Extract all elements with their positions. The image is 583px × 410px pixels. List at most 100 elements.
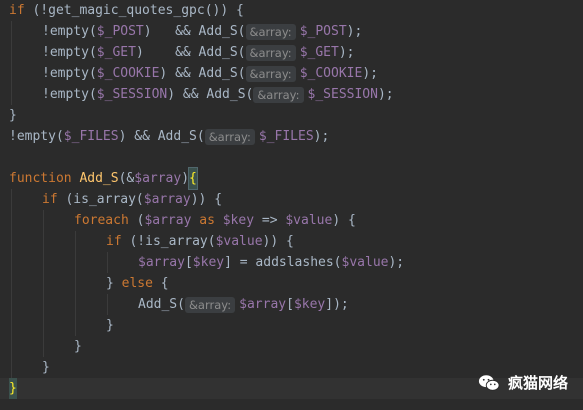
- code-line[interactable]: if (is_array($array)) {: [42, 189, 222, 210]
- code-text: );: [313, 129, 330, 144]
- variable: $_GET: [299, 45, 339, 60]
- keyword: function: [9, 171, 72, 186]
- code-line[interactable]: }: [9, 105, 17, 126]
- variable: $array: [134, 171, 182, 186]
- code-text: );: [362, 66, 378, 81]
- indent-guide: [107, 294, 108, 315]
- watermark: 疯猫网络: [478, 372, 568, 393]
- code-text: ) && Add_S(: [143, 24, 246, 39]
- parameter-hint: &array:: [245, 65, 296, 82]
- code-line[interactable]: function Add_S (& $array){: [9, 167, 198, 190]
- code-text: );: [346, 24, 363, 39]
- variable: $_POST: [96, 24, 144, 39]
- code-text: }: [106, 276, 122, 291]
- keyword: if: [9, 3, 25, 18]
- keyword: else: [121, 276, 153, 291]
- code-text: ) {: [332, 213, 356, 228]
- code-text: [: [286, 297, 294, 312]
- variable: $value: [215, 234, 263, 249]
- parameter-hint: &array:: [245, 44, 296, 61]
- variable: $_GET: [96, 45, 136, 60]
- closing-brace: }: [106, 318, 114, 333]
- code-text: {: [152, 276, 169, 291]
- code-text: ) && Add_S(: [118, 129, 205, 144]
- code-text: ]);: [325, 297, 349, 312]
- code-line[interactable]: if (!is_array($value)) {: [106, 231, 294, 252]
- variable: $_COOKIE: [96, 66, 160, 81]
- code-text: )) {: [190, 192, 223, 207]
- variable: $_SESSION: [96, 87, 168, 102]
- variable: $_POST: [299, 24, 347, 39]
- closing-brace: }: [9, 108, 17, 123]
- code-line[interactable]: !empty($_SESSION) && Add_S(&array: $_SESS…: [42, 84, 394, 105]
- code-text: );: [377, 87, 394, 102]
- code-line[interactable]: } else {: [106, 273, 169, 294]
- code-text: ) && Add_S(: [159, 66, 246, 81]
- code-line[interactable]: }: [106, 315, 114, 336]
- code-text: );: [338, 45, 355, 60]
- variable: $value: [341, 255, 389, 270]
- code-text: !empty(: [42, 45, 97, 60]
- code-line[interactable]: }: [74, 336, 82, 357]
- keyword: foreach: [74, 213, 129, 228]
- code-text: !empty(: [42, 87, 97, 102]
- closing-brace: }: [42, 360, 50, 375]
- code-line[interactable]: $array[$key] = addslashes($value);: [138, 252, 404, 273]
- code-line[interactable]: !empty($_POST) && Add_S(&array: $_POST);: [42, 21, 362, 42]
- indent-guide: [11, 21, 12, 105]
- code-text: (is_array(: [57, 192, 144, 207]
- code-text: ] = addslashes(: [224, 255, 342, 270]
- code-text: )) {: [262, 234, 294, 249]
- variable: $key: [192, 255, 225, 270]
- code-text: !empty(: [42, 24, 97, 39]
- code-text: ): [181, 171, 190, 186]
- keyword: as: [191, 213, 223, 228]
- indent-guide: [11, 189, 12, 378]
- keyword: if: [42, 192, 58, 207]
- code-text: (&: [118, 171, 135, 186]
- code-text: (!is_array(: [121, 234, 216, 249]
- code-text: );: [388, 255, 405, 270]
- code-text: !empty(: [9, 129, 64, 144]
- code-line[interactable]: if (! get_magic_quotes_gpc()) {: [9, 0, 244, 21]
- closing-brace: }: [74, 339, 82, 354]
- code-text: ) && Add_S(: [167, 87, 254, 102]
- parameter-hint: &array:: [204, 128, 255, 145]
- variable: $_FILES: [258, 129, 314, 144]
- variable: $array: [143, 192, 191, 207]
- code-editor[interactable]: if (! get_magic_quotes_gpc()) { !empty($_…: [0, 0, 583, 410]
- indent-guide: [75, 231, 76, 336]
- parameter-hint: &array:: [245, 23, 296, 40]
- code-line[interactable]: !empty($_FILES) && Add_S(&array: $_FILES)…: [9, 126, 329, 147]
- variable: $array: [144, 213, 192, 228]
- matched-brace: {: [188, 167, 198, 190]
- code-text: Add_S(: [138, 297, 185, 312]
- keyword: if: [106, 234, 122, 249]
- wechat-icon: [478, 374, 500, 391]
- code-text: =>: [254, 213, 286, 228]
- code-line[interactable]: Add_S(&array: $array[$key]);: [138, 294, 349, 315]
- variable: $value: [285, 213, 333, 228]
- function-call: get_magic_quotes_gpc: [48, 3, 205, 18]
- indent-guide: [43, 210, 44, 357]
- code-text: (!: [24, 3, 49, 18]
- variable: $array: [239, 297, 287, 312]
- watermark-text: 疯猫网络: [508, 374, 569, 392]
- variable: $key: [293, 297, 326, 312]
- variable: $key: [222, 213, 255, 228]
- code-line[interactable]: !empty($_COOKIE) && Add_S(&array: $_COOKI…: [42, 63, 378, 84]
- code-line[interactable]: }: [42, 357, 50, 378]
- code-line[interactable]: foreach ($array as $key => $value) {: [74, 210, 356, 231]
- variable: $array: [138, 255, 185, 270]
- code-text: [: [184, 255, 193, 270]
- code-text: ) && Add_S(: [135, 45, 246, 60]
- code-text: ()) {: [204, 3, 244, 18]
- variable: $_FILES: [63, 129, 119, 144]
- parameter-hint: &array:: [184, 296, 236, 313]
- code-line[interactable]: !empty($_GET) && Add_S(&array: $_GET);: [42, 42, 354, 63]
- code-text: !empty(: [42, 66, 97, 81]
- parameter-hint: &array:: [253, 86, 304, 103]
- variable: $_SESSION: [307, 87, 378, 102]
- code-text: (: [128, 213, 145, 228]
- function-name: Add_S: [71, 171, 119, 186]
